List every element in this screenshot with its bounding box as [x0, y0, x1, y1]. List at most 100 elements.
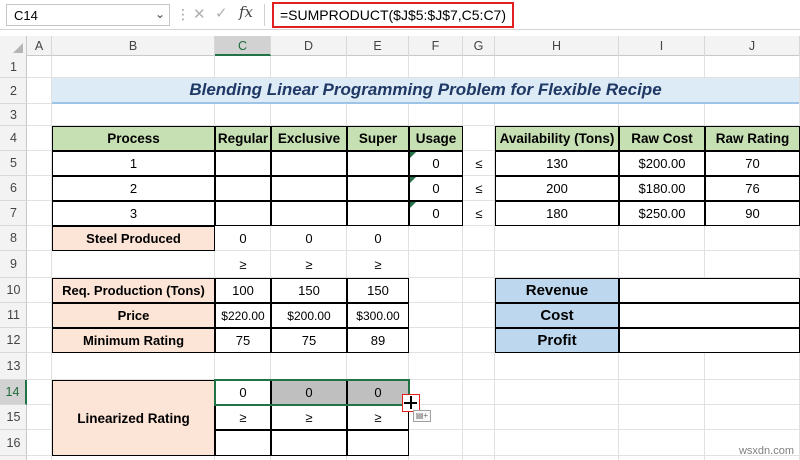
process-cell[interactable]: 2 [52, 176, 215, 201]
exclusive-input-cell[interactable] [271, 201, 347, 226]
availability-cell[interactable]: 180 [495, 201, 619, 226]
column-header-j[interactable]: J [705, 36, 800, 56]
revenue-label: Revenue [495, 278, 619, 303]
row-header-5[interactable]: 5 [0, 151, 27, 176]
row-header-12[interactable]: 12 [0, 328, 27, 353]
geq-symbol: ≥ [374, 257, 382, 272]
quick-analysis-icon[interactable]: ▤+ [413, 410, 431, 422]
steel-produced-label: Steel Produced [52, 226, 215, 251]
super-input-cell[interactable] [347, 176, 409, 201]
enter-icon[interactable]: ✓ [215, 4, 228, 22]
header-exclusive: Exclusive [271, 126, 347, 151]
regular-input-cell[interactable] [215, 201, 271, 226]
row-header-8[interactable]: 8 [0, 226, 27, 251]
regular-input-cell[interactable] [215, 151, 271, 176]
column-header-g[interactable]: G [463, 36, 495, 56]
header-regular: Regular [215, 126, 271, 151]
more-options-icon[interactable]: ⋮ [176, 6, 190, 23]
raw-cost-cell[interactable]: $200.00 [619, 151, 705, 176]
leq-symbol: ≤ [475, 181, 483, 196]
exclusive-input-cell[interactable] [271, 151, 347, 176]
column-header-h[interactable]: H [495, 36, 619, 56]
req-production-super[interactable]: 150 [347, 278, 409, 303]
select-all-button[interactable] [0, 36, 27, 56]
raw-cost-cell[interactable]: $180.00 [619, 176, 705, 201]
chevron-down-icon[interactable]: ⌄ [155, 7, 165, 21]
linearized-rhs-cell[interactable] [347, 430, 409, 456]
worksheet-grid[interactable]: Blending Linear Programming Problem for … [27, 56, 800, 460]
geq-symbol: ≥ [347, 405, 409, 430]
steel-produced-regular[interactable]: 0 [215, 226, 271, 251]
raw-rating-cell[interactable]: 70 [705, 151, 800, 176]
row-header-14[interactable]: 14 [0, 380, 27, 405]
price-exclusive[interactable]: $200.00 [271, 303, 347, 328]
minimum-rating-label: Minimum Rating [52, 328, 215, 353]
raw-rating-cell[interactable]: 76 [705, 176, 800, 201]
req-production-regular[interactable]: 100 [215, 278, 271, 303]
header-availability: Availability (Tons) [495, 126, 619, 151]
insert-function-icon[interactable]: fx [239, 3, 253, 21]
req-production-label: Req. Production (Tons) [52, 278, 215, 303]
minimum-rating-regular[interactable]: 75 [215, 328, 271, 353]
usage-cell[interactable]: 0 [409, 176, 463, 201]
column-header-f[interactable]: F [409, 36, 463, 56]
steel-produced-super[interactable]: 0 [347, 226, 409, 251]
usage-cell[interactable]: 0 [409, 201, 463, 226]
row-header-1[interactable]: 1 [0, 56, 27, 78]
column-header-d[interactable]: D [271, 36, 347, 56]
column-header-c[interactable]: C [215, 36, 271, 56]
super-input-cell[interactable] [347, 201, 409, 226]
availability-cell[interactable]: 130 [495, 151, 619, 176]
row-header-7[interactable]: 7 [0, 201, 27, 226]
column-header-a[interactable]: A [27, 36, 52, 56]
process-cell[interactable]: 3 [52, 201, 215, 226]
profit-value-cell[interactable] [619, 328, 800, 353]
regular-input-cell[interactable] [215, 176, 271, 201]
linearized-super-cell[interactable]: 0 [347, 380, 409, 405]
name-box[interactable]: C14 ⌄ [6, 4, 170, 26]
row-header-4[interactable]: 4 [0, 126, 27, 151]
process-cell[interactable]: 1 [52, 151, 215, 176]
row-headers: 1 2 3 4 5 6 7 8 9 10 11 12 13 14 15 16 [0, 56, 27, 460]
raw-rating-cell[interactable]: 90 [705, 201, 800, 226]
linearized-rhs-cell[interactable] [271, 430, 347, 456]
header-process: Process [52, 126, 215, 151]
minimum-rating-super[interactable]: 89 [347, 328, 409, 353]
column-header-e[interactable]: E [347, 36, 409, 56]
cancel-icon[interactable]: ✕ [193, 5, 206, 23]
row-header-11[interactable]: 11 [0, 303, 27, 328]
row-header-16[interactable]: 16 [0, 430, 27, 456]
row-header-10[interactable]: 10 [0, 278, 27, 303]
price-regular[interactable]: $220.00 [215, 303, 271, 328]
column-header-i[interactable]: I [619, 36, 705, 56]
row-header-15[interactable]: 15 [0, 405, 27, 430]
watermark: wsxdn.com [738, 445, 794, 457]
availability-cell[interactable]: 200 [495, 176, 619, 201]
row-header-3[interactable]: 3 [0, 104, 27, 126]
price-label: Price [52, 303, 215, 328]
price-super[interactable]: $300.00 [347, 303, 409, 328]
raw-cost-cell[interactable]: $250.00 [619, 201, 705, 226]
header-raw-rating: Raw Rating [705, 126, 800, 151]
row-header-9[interactable]: 9 [0, 251, 27, 278]
usage-cell[interactable]: 0 [409, 151, 463, 176]
linearized-regular-cell[interactable]: 0 [215, 380, 271, 405]
cost-value-cell[interactable] [619, 303, 800, 328]
row-header-6[interactable]: 6 [0, 176, 27, 201]
revenue-value-cell[interactable] [619, 278, 800, 303]
linearized-rhs-cell[interactable] [215, 430, 271, 456]
steel-produced-exclusive[interactable]: 0 [271, 226, 347, 251]
row-header-2[interactable]: 2 [0, 78, 27, 104]
super-input-cell[interactable] [347, 151, 409, 176]
geq-symbol: ≥ [239, 257, 247, 272]
column-header-b[interactable]: B [52, 36, 215, 56]
formula-input[interactable]: =SUMPRODUCT($J$5:$J$7,C5:C7) [272, 2, 515, 28]
geq-symbol: ≥ [271, 405, 347, 430]
req-production-exclusive[interactable]: 150 [271, 278, 347, 303]
minimum-rating-exclusive[interactable]: 75 [271, 328, 347, 353]
linearized-exclusive-cell[interactable]: 0 [271, 380, 347, 405]
linearized-rating-label: Linearized Rating [52, 380, 215, 456]
exclusive-input-cell[interactable] [271, 176, 347, 201]
row-header-13[interactable]: 13 [0, 353, 27, 380]
formula-bar: C14 ⌄ ⋮ ✕ ✓ fx =SUMPRODUCT($J$5:$J$7,C5:… [0, 0, 800, 30]
